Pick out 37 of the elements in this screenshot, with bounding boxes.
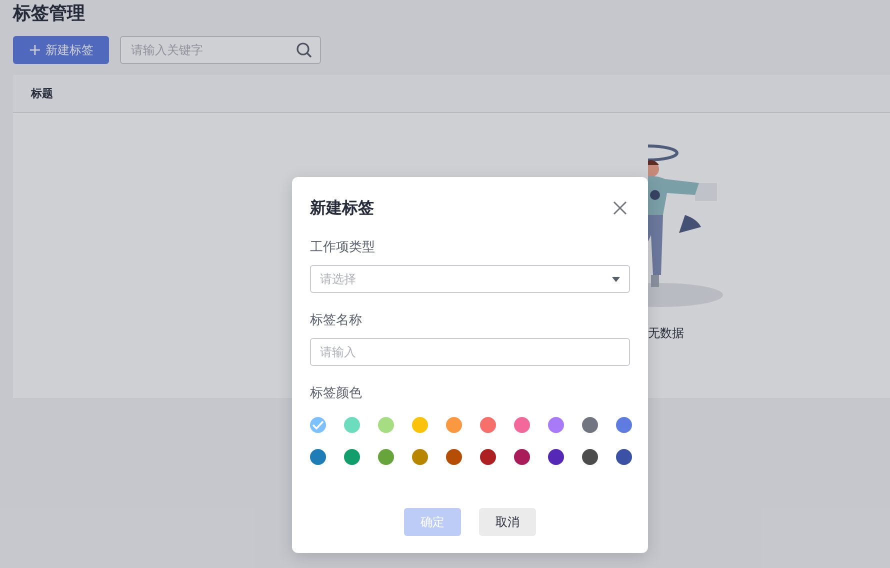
close-button[interactable]: [612, 200, 628, 216]
color-swatch[interactable]: [514, 417, 530, 433]
color-swatch[interactable]: [412, 449, 428, 465]
color-swatch[interactable]: [344, 417, 360, 433]
empty-text: 无数据: [648, 325, 684, 342]
search-icon[interactable]: [296, 42, 312, 58]
color-swatch[interactable]: [378, 417, 394, 433]
field-label: 标签颜色: [310, 385, 363, 403]
field-label: 标签名称: [310, 312, 363, 330]
color-swatch[interactable]: [548, 417, 564, 433]
color-swatch[interactable]: [616, 417, 632, 433]
column-header: 标题: [31, 86, 53, 101]
color-swatch[interactable]: [548, 449, 564, 465]
color-swatch[interactable]: [344, 449, 360, 465]
color-swatch[interactable]: [582, 449, 598, 465]
color-swatch[interactable]: [514, 449, 530, 465]
color-swatch[interactable]: [582, 417, 598, 433]
new-tag-button[interactable]: + 新建标签: [13, 36, 109, 64]
color-swatch[interactable]: [480, 449, 496, 465]
color-swatch[interactable]: [310, 449, 326, 465]
input-field[interactable]: 请输入: [310, 338, 630, 366]
color-swatch[interactable]: [378, 449, 394, 465]
page-title: 标签管理: [13, 2, 86, 26]
color-swatch[interactable]: [412, 417, 428, 433]
caret-icon: [612, 276, 620, 282]
color-swatch[interactable]: [310, 417, 326, 433]
color-swatch[interactable]: [446, 449, 462, 465]
cancel-button[interactable]: 取消: [479, 508, 536, 536]
color-swatch[interactable]: [616, 449, 632, 465]
select-field[interactable]: 请选择: [310, 265, 630, 293]
color-swatch[interactable]: [480, 417, 496, 433]
dialog-title: 新建标签: [310, 198, 374, 218]
check-icon: [312, 420, 324, 430]
search-field[interactable]: 请输入关键字: [120, 36, 321, 64]
color-swatch[interactable]: [446, 417, 462, 433]
field-label: 工作项类型: [310, 239, 376, 257]
search-input[interactable]: 请输入关键字: [129, 42, 296, 58]
